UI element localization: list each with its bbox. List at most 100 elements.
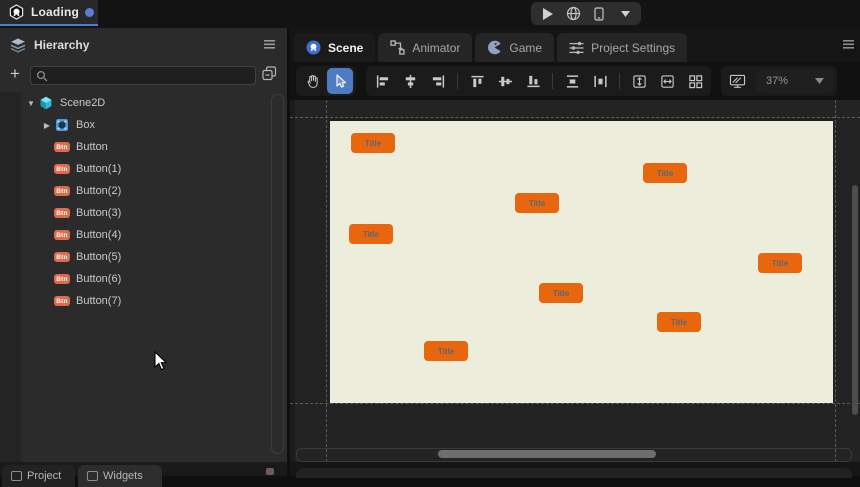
- tree-item[interactable]: Btn Button(2): [0, 180, 287, 202]
- hand-tool-button[interactable]: [299, 68, 325, 94]
- preview-options-chevron[interactable]: [615, 4, 635, 24]
- zoom-dropdown[interactable]: 37%: [756, 69, 834, 93]
- tab-animator[interactable]: Animator: [378, 33, 473, 62]
- hierarchy-tree: ▼ Scene2D ▶ Box Btn Button Btn Button(1) Btn Butt…: [0, 92, 287, 454]
- toolbar-separator: [457, 73, 458, 89]
- unsaved-status-dot: [85, 7, 95, 17]
- hierarchy-scrollbar[interactable]: [271, 94, 284, 454]
- tree-item[interactable]: Btn Button(1): [0, 158, 287, 180]
- select-tool-button[interactable]: [327, 68, 353, 94]
- canvas-button[interactable]: Title: [351, 133, 395, 153]
- button-icon: Btn: [54, 184, 70, 198]
- box-icon: [54, 118, 70, 132]
- tree-item[interactable]: Btn Button(3): [0, 202, 287, 224]
- bottom-tab-project[interactable]: Project: [2, 465, 75, 487]
- stage-canvas[interactable]: Title Title Title Title Title Title Title Title: [330, 119, 833, 403]
- tree-item-label: Button(4): [76, 229, 122, 241]
- canvas-button[interactable]: Title: [539, 283, 583, 303]
- topbar: Loading: [0, 0, 860, 28]
- bottom-right-strip: [290, 462, 860, 478]
- web-preview-button[interactable]: [563, 4, 583, 24]
- add-node-button[interactable]: +: [5, 64, 25, 84]
- zoom-value: 37%: [766, 75, 789, 87]
- align-left-icon[interactable]: [369, 68, 395, 94]
- project-title: Loading: [31, 5, 80, 19]
- expand-arrow-icon[interactable]: ▼: [24, 99, 38, 108]
- space-vertical-icon[interactable]: [559, 68, 585, 94]
- button-icon: Btn: [54, 228, 70, 242]
- align-center-y-icon[interactable]: [492, 68, 518, 94]
- match-height-icon[interactable]: [626, 68, 652, 94]
- tree-item-label: Button(3): [76, 207, 122, 219]
- canvas-button[interactable]: Title: [657, 312, 701, 332]
- scene-tabs: Scene Animator Game Project Settings: [290, 28, 860, 62]
- align-right-icon[interactable]: [425, 68, 451, 94]
- preview-controls: [531, 2, 641, 25]
- collapse-arrow-icon[interactable]: ▶: [40, 121, 54, 130]
- scene2d-icon: [38, 96, 54, 110]
- project-tab[interactable]: Loading: [0, 0, 98, 26]
- scene-toolbar: 37%: [290, 62, 860, 100]
- align-bottom-icon[interactable]: [520, 68, 546, 94]
- canvas-button[interactable]: Title: [424, 341, 468, 361]
- tree-item-label: Button(7): [76, 295, 122, 307]
- tree-item[interactable]: Btn Button(5): [0, 246, 287, 268]
- button-icon: Btn: [54, 250, 70, 264]
- canvas-button[interactable]: Title: [643, 163, 687, 183]
- tree-item-label: Button: [76, 141, 108, 153]
- scene-panel: Scene Animator Game Project Settings 37%…: [290, 28, 860, 462]
- canvas-button[interactable]: Title: [515, 193, 559, 213]
- app-logo-icon: [8, 3, 25, 21]
- tree-item[interactable]: ▼ Scene2D: [0, 92, 287, 114]
- collapse-all-icon[interactable]: [261, 65, 279, 83]
- tab-project-settings[interactable]: Project Settings: [557, 33, 688, 62]
- hierarchy-menu-icon[interactable]: [264, 40, 275, 49]
- canvas-button[interactable]: Title: [758, 253, 802, 273]
- button-icon: Btn: [54, 206, 70, 220]
- bottom-tab-widgets[interactable]: Widgets: [78, 465, 162, 487]
- game-icon: [487, 40, 502, 55]
- bottom-tab-icon: [11, 471, 22, 481]
- scene-viewport[interactable]: Title Title Title Title Title Title Title Title: [290, 100, 860, 462]
- bottom-tab-label: Widgets: [103, 470, 143, 482]
- vertical-scrollbar-thumb[interactable]: [852, 185, 858, 415]
- tab-scene[interactable]: Scene: [294, 33, 376, 62]
- stage-guide-top: [290, 117, 860, 118]
- animator-icon: [390, 40, 406, 55]
- tree-item-label: Box: [76, 119, 95, 131]
- alignment-tools: [366, 66, 711, 96]
- hierarchy-icon: [10, 38, 26, 53]
- tree-item[interactable]: Btn Button(4): [0, 224, 287, 246]
- scene-panel-menu-icon[interactable]: [843, 40, 854, 49]
- lower-panel-edge: [296, 468, 852, 478]
- hierarchy-header: Hierarchy: [0, 28, 287, 62]
- tree-item-label: Scene2D: [60, 97, 106, 109]
- tab-game[interactable]: Game: [475, 33, 555, 62]
- align-center-x-icon[interactable]: [397, 68, 423, 94]
- viewport-edge: [290, 100, 295, 462]
- mobile-preview-button[interactable]: [589, 4, 609, 24]
- stage-guide-bottom: [290, 403, 860, 404]
- tree-item[interactable]: Btn Button(6): [0, 268, 287, 290]
- chevron-down-icon: [815, 78, 824, 84]
- tree-item[interactable]: Btn Button: [0, 136, 287, 158]
- design-resolution-icon[interactable]: [724, 68, 750, 94]
- search-input[interactable]: [52, 68, 250, 83]
- view-tools: 37%: [721, 66, 837, 96]
- tree-item[interactable]: ▶ Box: [0, 114, 287, 136]
- canvas-button[interactable]: Title: [349, 224, 393, 244]
- tab-label: Game: [509, 40, 543, 55]
- horizontal-scrollbar-thumb[interactable]: [438, 450, 656, 458]
- match-width-icon[interactable]: [654, 68, 680, 94]
- align-top-icon[interactable]: [464, 68, 490, 94]
- toolbar-separator: [619, 73, 620, 89]
- grid-arrange-icon[interactable]: [682, 68, 708, 94]
- hierarchy-search[interactable]: [30, 66, 256, 85]
- space-horizontal-icon[interactable]: [587, 68, 613, 94]
- tree-item-label: Button(2): [76, 185, 122, 197]
- tree-item[interactable]: Btn Button(7): [0, 290, 287, 312]
- button-icon: Btn: [54, 272, 70, 286]
- bottom-tab-icon: [87, 471, 98, 481]
- navigation-tools: [296, 66, 356, 96]
- play-button[interactable]: [537, 4, 557, 24]
